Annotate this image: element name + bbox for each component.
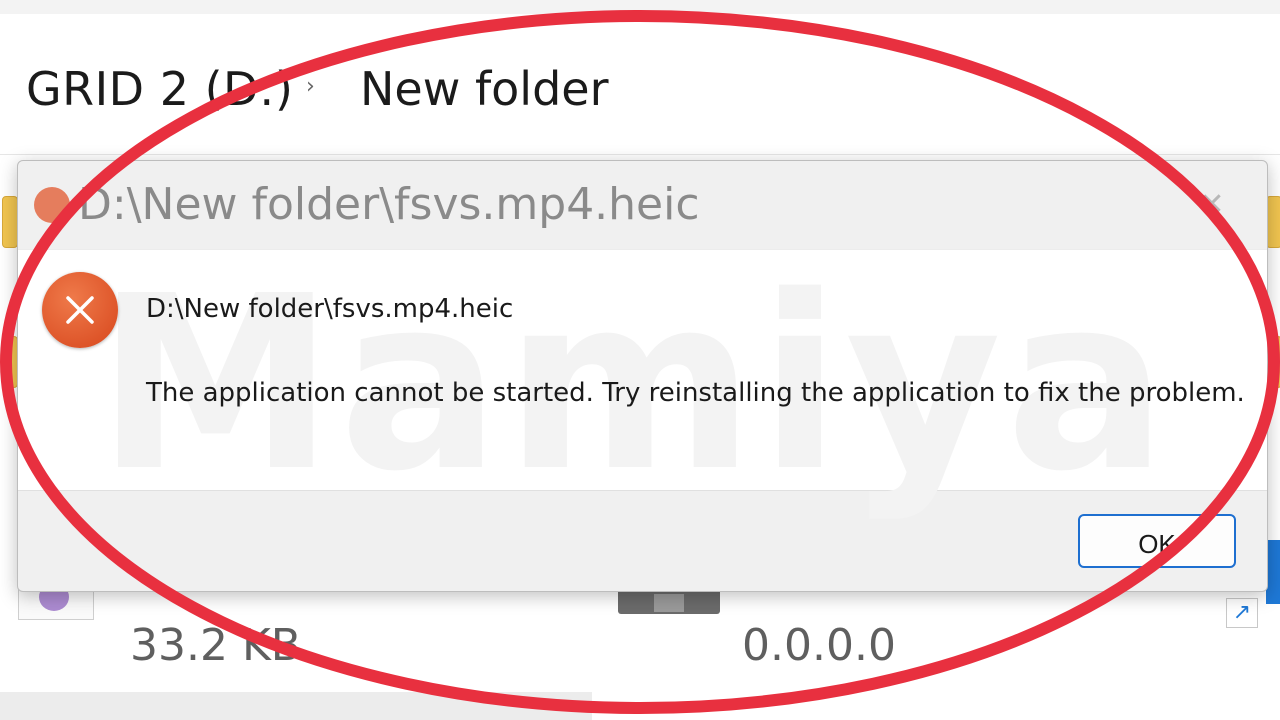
error-x-icon (42, 272, 118, 348)
dialog-titlebar[interactable]: D:\New folder\fsvs.mp4.heic ✕ (18, 161, 1267, 249)
file-size-text: 33.2 KB (130, 620, 301, 671)
error-title-icon (34, 187, 70, 223)
folder-icon[interactable] (1266, 336, 1280, 388)
error-message: The application cannot be started. Try r… (146, 378, 1245, 408)
dialog-body: Mamiya D:\New folder\fsvs.mp4.heic The a… (18, 244, 1267, 524)
breadcrumb: GRID 2 (D:) › New folder (0, 14, 1280, 155)
file-thumbnail[interactable] (18, 583, 94, 620)
breadcrumb-drive[interactable]: GRID 2 (D:) (26, 62, 293, 116)
ok-button[interactable]: OK (1078, 514, 1236, 568)
folder-icon[interactable] (2, 196, 18, 248)
error-file-path: D:\New folder\fsvs.mp4.heic (146, 294, 514, 324)
chevron-right-icon[interactable]: › (306, 74, 315, 99)
close-icon[interactable]: ✕ (1194, 187, 1230, 223)
folder-icon[interactable] (2, 336, 18, 388)
error-dialog: D:\New folder\fsvs.mp4.heic ✕ Mamiya D:\… (17, 160, 1268, 592)
file-row-bottom[interactable] (0, 692, 592, 720)
breadcrumb-folder[interactable]: New folder (360, 62, 609, 116)
window-top-strip (0, 0, 1280, 15)
file-version-text: 0.0.0.0 (742, 620, 896, 671)
shortcut-arrow-icon[interactable]: ↗ (1226, 598, 1258, 628)
selected-item-edge[interactable] (1266, 540, 1280, 604)
folder-icon[interactable] (1266, 196, 1280, 248)
dialog-title: D:\New folder\fsvs.mp4.heic (78, 179, 700, 230)
